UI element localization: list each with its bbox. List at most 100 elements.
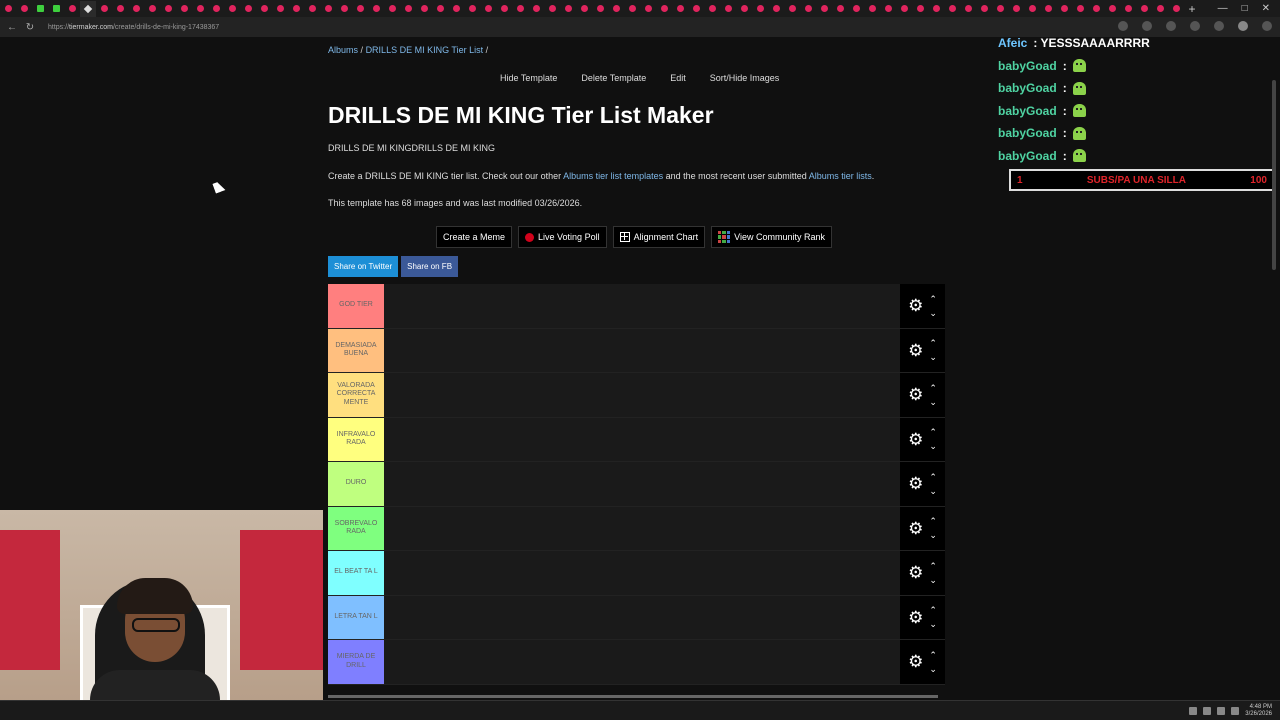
browser-tab[interactable] <box>640 1 656 17</box>
browser-tab[interactable] <box>800 1 816 17</box>
mic-icon[interactable] <box>1203 707 1212 715</box>
browser-tab[interactable] <box>432 1 448 17</box>
browser-tab[interactable] <box>608 1 624 17</box>
community-rank-button[interactable]: View Community Rank <box>711 226 832 248</box>
volume-icon[interactable] <box>1231 707 1240 715</box>
zoom-icon[interactable] <box>1118 21 1128 31</box>
chevron-up-icon[interactable]: ⌃ <box>929 425 937 439</box>
chevron-down-icon[interactable]: ⌄ <box>929 350 937 364</box>
browser-tab[interactable] <box>400 1 416 17</box>
browser-tab[interactable] <box>416 1 432 17</box>
browser-tab[interactable] <box>848 1 864 17</box>
browser-tab[interactable] <box>160 1 176 17</box>
tier-label[interactable]: EL BEAT TA L <box>328 551 384 595</box>
browser-tab[interactable] <box>32 1 48 17</box>
browser-tab[interactable] <box>928 1 944 17</box>
gear-icon[interactable]: ⚙ <box>908 564 923 581</box>
gear-icon[interactable]: ⚙ <box>908 475 923 492</box>
browser-tab[interactable] <box>592 1 608 17</box>
tier-drop-zone[interactable] <box>384 328 900 372</box>
favorites-icon[interactable] <box>1190 21 1200 31</box>
breadcrumb-albums[interactable]: Albums <box>328 45 358 55</box>
browser-tab[interactable] <box>192 1 208 17</box>
browser-tab[interactable] <box>992 1 1008 17</box>
browser-tab[interactable] <box>704 1 720 17</box>
browser-tab[interactable] <box>832 1 848 17</box>
browser-tab[interactable] <box>1040 1 1056 17</box>
browser-tab[interactable] <box>864 1 880 17</box>
chevron-down-icon[interactable]: ⌄ <box>929 484 937 498</box>
browser-tab[interactable] <box>144 1 160 17</box>
browser-tab[interactable] <box>1088 1 1104 17</box>
browser-tab[interactable] <box>272 1 288 17</box>
tier-label[interactable]: GOD TIER <box>328 284 384 328</box>
browser-tab[interactable] <box>768 1 784 17</box>
browser-tab[interactable] <box>560 1 576 17</box>
clock[interactable]: 4:48 PM 3/26/2026 <box>1245 704 1272 718</box>
tier-drop-zone[interactable] <box>384 595 900 639</box>
chevron-up-icon[interactable]: ⌃ <box>929 559 937 573</box>
tier-drop-zone[interactable] <box>384 284 900 328</box>
sort-hide-images-button[interactable]: Sort/Hide Images <box>698 73 792 83</box>
browser-tab[interactable] <box>1104 1 1120 17</box>
browser-tab[interactable] <box>448 1 464 17</box>
browser-tab[interactable] <box>512 1 528 17</box>
gear-icon[interactable]: ⚙ <box>908 297 923 314</box>
chevron-down-icon[interactable]: ⌄ <box>929 306 937 320</box>
browser-tab[interactable] <box>544 1 560 17</box>
albums-templates-link[interactable]: Albums tier list templates <box>563 171 663 181</box>
browser-tab[interactable] <box>0 1 16 17</box>
breadcrumb-tierlist[interactable]: DRILLS DE MI KING Tier List <box>366 45 484 55</box>
gear-icon[interactable]: ⚙ <box>908 431 923 448</box>
tier-drop-zone[interactable] <box>384 417 900 461</box>
browser-tab[interactable] <box>1072 1 1088 17</box>
gear-icon[interactable]: ⚙ <box>908 386 923 403</box>
browser-tab[interactable] <box>336 1 352 17</box>
alignment-chart-button[interactable]: Alignment Chart <box>612 226 706 248</box>
browser-tab[interactable] <box>528 1 544 17</box>
browser-tab[interactable] <box>304 1 320 17</box>
browser-tab[interactable] <box>48 1 64 17</box>
browser-tab[interactable] <box>320 1 336 17</box>
tier-drop-zone[interactable] <box>384 551 900 595</box>
tier-drop-zone[interactable] <box>384 462 900 506</box>
browser-tab[interactable] <box>480 1 496 17</box>
browser-tab[interactable] <box>288 1 304 17</box>
edit-button[interactable]: Edit <box>658 73 698 83</box>
chevron-down-icon[interactable]: ⌄ <box>929 573 937 587</box>
browser-tab[interactable] <box>960 1 976 17</box>
tier-label[interactable]: SOBREVALO RADA <box>328 506 384 550</box>
tier-label[interactable]: VALORADA CORRECTA MENTE <box>328 373 384 417</box>
url-field[interactable]: https://tiermaker.com/create/drills-de-m… <box>48 24 219 31</box>
browser-tab[interactable] <box>896 1 912 17</box>
browser-tab[interactable] <box>1136 1 1152 17</box>
browser-tab[interactable] <box>16 1 32 17</box>
browser-tab[interactable] <box>1168 1 1184 17</box>
tier-drop-zone[interactable] <box>384 640 900 684</box>
browser-tab[interactable] <box>736 1 752 17</box>
tier-label[interactable]: LETRA TAN L <box>328 595 384 639</box>
browser-tab[interactable] <box>1120 1 1136 17</box>
tier-label[interactable]: DURO <box>328 462 384 506</box>
gear-icon[interactable]: ⚙ <box>908 653 923 670</box>
tray-chevron-icon[interactable] <box>1189 707 1198 715</box>
tier-drop-zone[interactable] <box>384 506 900 550</box>
tier-label[interactable]: INFRAVALO RADA <box>328 417 384 461</box>
chevron-up-icon[interactable]: ⌃ <box>929 514 937 528</box>
page-scrollbar[interactable] <box>1272 80 1276 270</box>
browser-tab[interactable] <box>1008 1 1024 17</box>
extensions-icon[interactable] <box>1166 21 1176 31</box>
chevron-down-icon[interactable]: ⌄ <box>929 617 937 631</box>
minimize-icon[interactable]: — <box>1218 3 1228 14</box>
reload-icon[interactable]: ↻ <box>24 22 36 33</box>
chevron-up-icon[interactable]: ⌃ <box>929 603 937 617</box>
hide-template-button[interactable]: Hide Template <box>488 73 569 83</box>
active-tab[interactable] <box>80 0 96 17</box>
browser-tab[interactable] <box>208 1 224 17</box>
browser-tab[interactable] <box>656 1 672 17</box>
browser-tab[interactable] <box>224 1 240 17</box>
tier-label[interactable]: MIERDA DE DRILL <box>328 640 384 684</box>
browser-tab[interactable] <box>96 1 112 17</box>
browser-tab[interactable] <box>784 1 800 17</box>
tier-label[interactable]: DEMASIADA BUENA <box>328 328 384 372</box>
